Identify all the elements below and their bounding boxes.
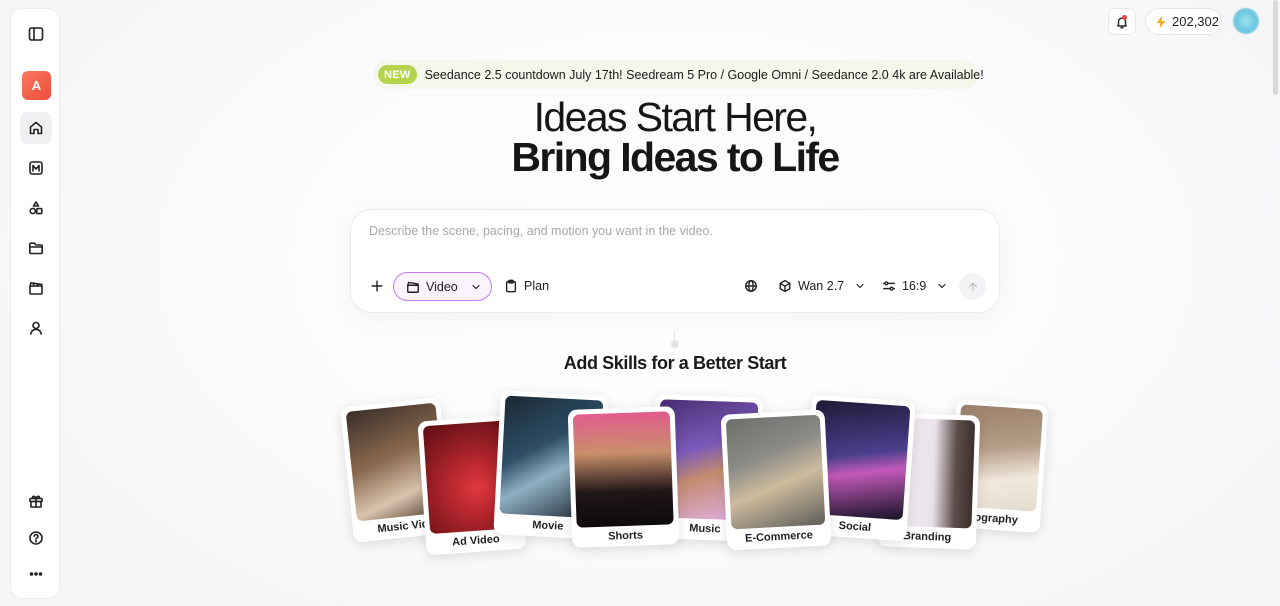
cube-icon xyxy=(779,279,791,293)
gift-icon xyxy=(29,495,43,508)
chevron-down-icon xyxy=(472,284,480,289)
sidebar-item-files[interactable] xyxy=(20,232,52,264)
help-icon xyxy=(29,531,43,545)
sidebar-toggle-icon xyxy=(28,27,44,41)
mode-label: Video xyxy=(426,279,458,294)
more-icon xyxy=(29,572,43,576)
sidebar-item-m[interactable] xyxy=(20,152,52,184)
model-select[interactable]: Wan 2.7 xyxy=(778,279,866,293)
plan-button[interactable]: Plan xyxy=(504,279,549,293)
sidebar-item-home[interactable] xyxy=(20,112,52,144)
new-badge: NEW xyxy=(378,65,417,84)
skill-card-e-commerce[interactable]: E-Commerce xyxy=(720,409,832,551)
sidebar-item-projects[interactable] xyxy=(20,272,52,304)
credits-badge[interactable]: 202,302 xyxy=(1145,8,1222,35)
plan-label: Plan xyxy=(524,279,550,293)
workspace-avatar[interactable]: A xyxy=(22,71,51,100)
skill-card-shorts[interactable]: Shorts xyxy=(567,406,680,548)
m-logo-icon xyxy=(29,161,43,175)
connector-line xyxy=(674,330,675,340)
hero-title-line2: Bring Ideas to Life xyxy=(511,134,840,180)
globe-icon xyxy=(745,280,757,292)
credits-count: 202,302 xyxy=(1172,14,1219,29)
skill-card-thumbnail xyxy=(572,411,674,528)
language-button[interactable] xyxy=(744,279,758,293)
mode-select-video[interactable]: Video xyxy=(393,272,492,301)
folder-icon xyxy=(28,242,43,255)
notification-dot xyxy=(1122,15,1127,20)
sliders-icon xyxy=(883,281,895,291)
sidebar: A xyxy=(10,8,60,599)
skill-card-thumbnail xyxy=(725,414,826,530)
notifications-button[interactable] xyxy=(1108,8,1136,35)
announcement-text: Seedance 2.5 countdown July 17th! Seedre… xyxy=(424,67,984,82)
user-avatar[interactable] xyxy=(1233,8,1259,34)
shapes-icon xyxy=(29,201,43,215)
arrow-up-icon xyxy=(968,282,977,291)
sidebar-item-more[interactable] xyxy=(20,558,52,590)
clipboard-icon xyxy=(505,279,517,293)
prompt-input[interactable] xyxy=(369,224,969,238)
sidebar-item-assets[interactable] xyxy=(20,192,52,224)
connector-dot xyxy=(671,340,679,348)
plus-icon xyxy=(371,280,383,292)
clapperboard-icon xyxy=(29,282,43,295)
chevron-down-icon xyxy=(856,283,864,289)
sidebar-item-profile[interactable] xyxy=(20,312,52,344)
home-icon xyxy=(29,121,43,135)
scrollbar[interactable] xyxy=(1273,0,1278,95)
skill-card-label: E-Commerce xyxy=(744,529,814,545)
sidebar-item-gift[interactable] xyxy=(20,485,52,517)
sidebar-toggle-button[interactable] xyxy=(20,18,52,50)
skill-card-label: Shorts xyxy=(607,529,644,543)
announcement-banner[interactable]: NEW Seedance 2.5 countdown July 17th! Se… xyxy=(373,60,984,89)
model-label: Wan 2.7 xyxy=(798,279,845,293)
send-button[interactable] xyxy=(959,273,986,300)
aspect-ratio-select[interactable]: 16:9 xyxy=(882,279,948,293)
ratio-label: 16:9 xyxy=(902,279,927,293)
lightning-icon xyxy=(1156,15,1166,28)
user-icon xyxy=(30,321,42,335)
skills-title: Add Skills for a Better Start xyxy=(563,353,787,373)
add-attachment-button[interactable] xyxy=(370,279,384,293)
sidebar-item-help[interactable] xyxy=(20,522,52,554)
chevron-down-icon xyxy=(938,283,946,289)
clapperboard-icon xyxy=(407,281,419,293)
